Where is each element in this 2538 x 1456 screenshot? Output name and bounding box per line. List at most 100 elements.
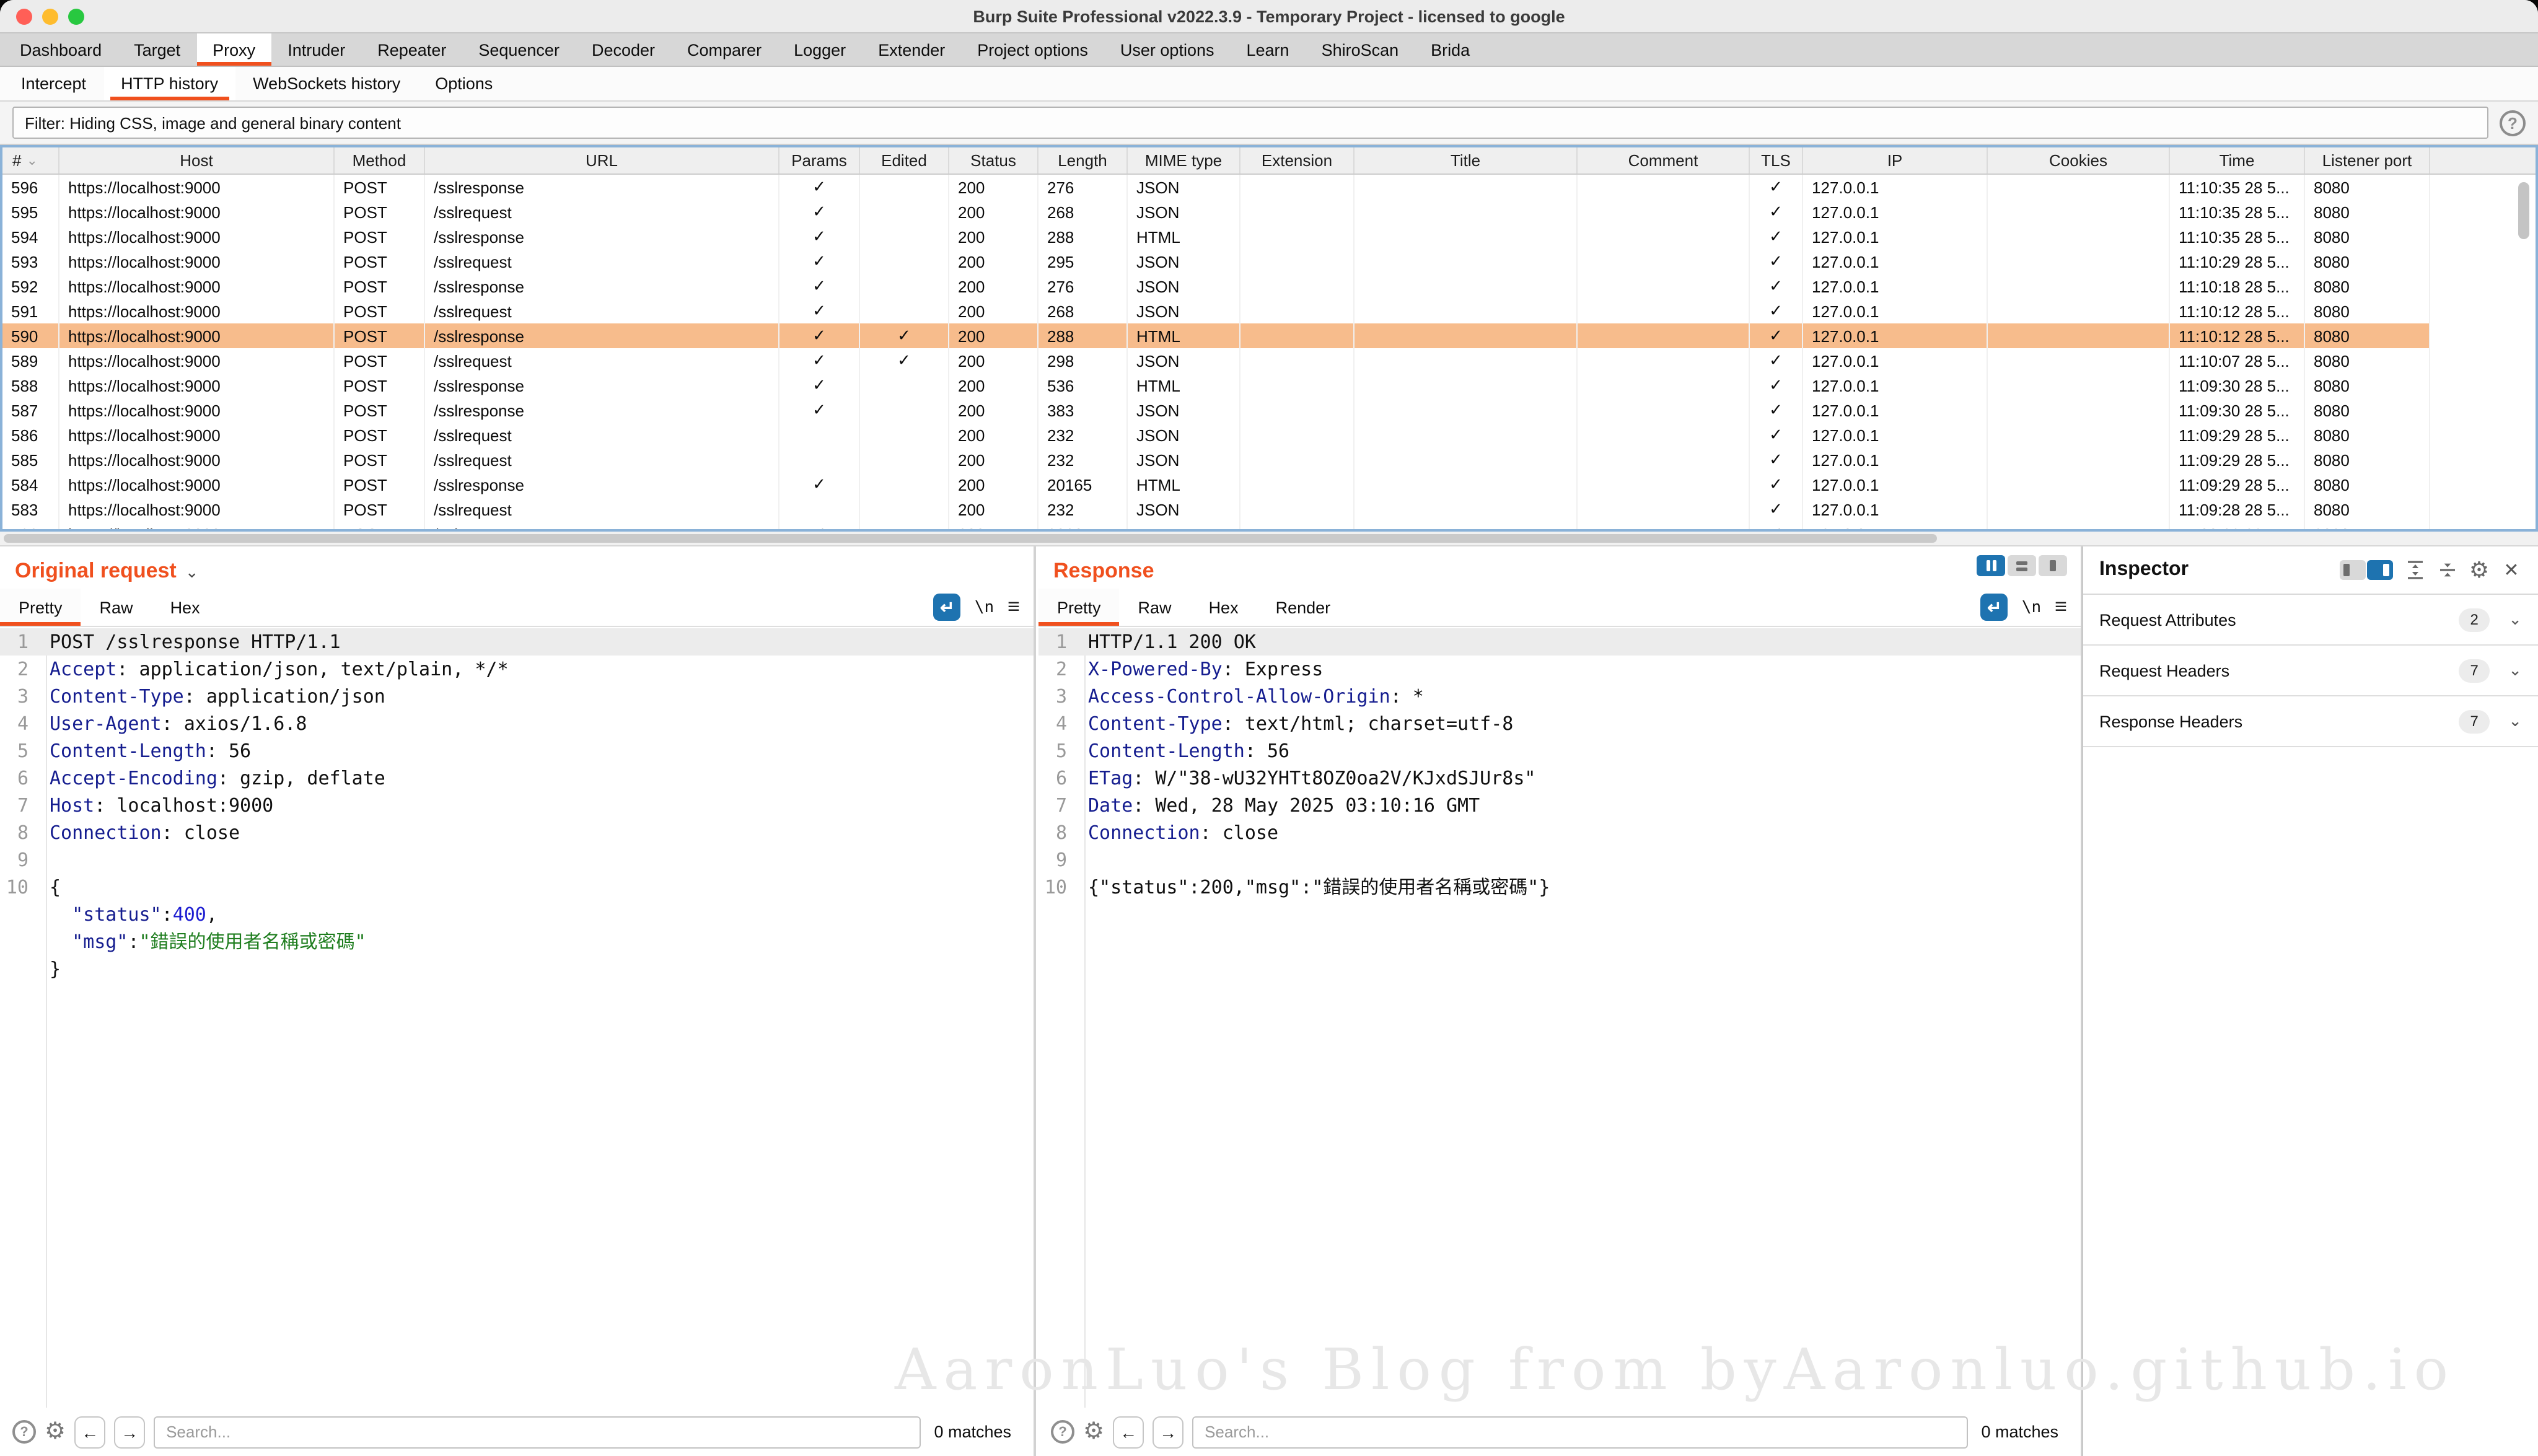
fullscreen-window-button[interactable] bbox=[68, 8, 84, 24]
table-row-587[interactable]: 587https://localhost:9000POST/sslrespons… bbox=[2, 398, 2430, 423]
column-header-mime-type[interactable]: MIME type bbox=[1128, 147, 1240, 173]
editor-tab-raw[interactable]: Raw bbox=[1120, 589, 1190, 626]
column-header-listener-port[interactable]: Listener port bbox=[2305, 147, 2430, 173]
sub-tab-intercept[interactable]: Intercept bbox=[4, 67, 103, 100]
column-header-tls[interactable]: TLS bbox=[1750, 147, 1803, 173]
table-row-583[interactable]: 583https://localhost:9000POST/sslrequest… bbox=[2, 497, 2430, 522]
inspector-close-icon[interactable]: ✕ bbox=[2501, 559, 2522, 581]
vertical-scrollbar-thumb[interactable] bbox=[2518, 182, 2529, 239]
response-editor[interactable]: 1HTTP/1.1 200 OK2X-Powered-By: Express3A… bbox=[1038, 628, 2081, 1408]
editor-tab-render[interactable]: Render bbox=[1257, 589, 1350, 626]
editor-tab-hex[interactable]: Hex bbox=[152, 589, 219, 626]
search-help-icon[interactable]: ? bbox=[12, 1420, 36, 1444]
table-row-588[interactable]: 588https://localhost:9000POST/sslrespons… bbox=[2, 373, 2430, 398]
close-window-button[interactable] bbox=[16, 8, 32, 24]
column-header-status[interactable]: Status bbox=[949, 147, 1038, 173]
main-tab-decoder[interactable]: Decoder bbox=[576, 33, 671, 66]
word-wrap-icon[interactable]: ↵ bbox=[934, 594, 961, 621]
column-header-number[interactable]: #⌄ bbox=[2, 147, 59, 173]
chevron-down-icon[interactable]: ⌄ bbox=[2508, 660, 2522, 680]
request-search-input[interactable] bbox=[154, 1416, 920, 1448]
search-prev-button[interactable]: ← bbox=[74, 1416, 105, 1448]
main-tab-shiroscan[interactable]: ShiroScan bbox=[1306, 33, 1415, 66]
search-prev-button[interactable]: ← bbox=[1113, 1416, 1144, 1448]
main-tab-repeater[interactable]: Repeater bbox=[361, 33, 462, 66]
editor-tab-pretty[interactable]: Pretty bbox=[1038, 589, 1120, 626]
column-header-ip[interactable]: IP bbox=[1803, 147, 1988, 173]
table-row-586[interactable]: 586https://localhost:9000POST/sslrequest… bbox=[2, 423, 2430, 447]
table-row-585[interactable]: 585https://localhost:9000POST/sslrequest… bbox=[2, 447, 2430, 472]
editor-tab-raw[interactable]: Raw bbox=[81, 589, 152, 626]
column-header-length[interactable]: Length bbox=[1038, 147, 1128, 173]
show-newlines-icon[interactable]: \n bbox=[2022, 598, 2041, 616]
search-next-button[interactable]: → bbox=[114, 1416, 145, 1448]
search-next-button[interactable]: → bbox=[1153, 1416, 1183, 1448]
response-search-input[interactable] bbox=[1192, 1416, 1967, 1448]
main-tab-sequencer[interactable]: Sequencer bbox=[462, 33, 576, 66]
sub-tab-http-history[interactable]: HTTP history bbox=[103, 67, 235, 100]
editor-tab-pretty[interactable]: Pretty bbox=[0, 589, 81, 626]
main-tab-dashboard[interactable]: Dashboard bbox=[4, 33, 118, 66]
chevron-down-icon[interactable]: ⌄ bbox=[2508, 610, 2522, 629]
horizontal-scrollbar[interactable] bbox=[0, 532, 2538, 546]
column-header-url[interactable]: URL bbox=[425, 147, 779, 173]
table-row-582[interactable]: 582https://localhost:9000POST/sslrespons… bbox=[2, 522, 2430, 532]
table-row-595[interactable]: 595https://localhost:9000POST/sslrequest… bbox=[2, 200, 2430, 224]
sub-tab-websockets-history[interactable]: WebSockets history bbox=[235, 67, 418, 100]
split-horizontal-view-button[interactable] bbox=[2008, 555, 2036, 576]
chevron-down-icon[interactable]: ⌄ bbox=[2508, 711, 2522, 731]
horizontal-scrollbar-thumb[interactable] bbox=[4, 534, 1937, 543]
column-header-edited[interactable]: Edited bbox=[860, 147, 949, 173]
request-editor[interactable]: 1POST /sslresponse HTTP/1.12Accept: appl… bbox=[0, 628, 1034, 1408]
filter-box[interactable]: Filter: Hiding CSS, image and general bi… bbox=[12, 107, 2488, 139]
inspector-section-response-headers[interactable]: Response Headers7⌄ bbox=[2083, 696, 2538, 747]
main-tab-intruder[interactable]: Intruder bbox=[271, 33, 361, 66]
column-header-host[interactable]: Host bbox=[59, 147, 335, 173]
main-tab-project-options[interactable]: Project options bbox=[961, 33, 1104, 66]
main-tab-brida[interactable]: Brida bbox=[1415, 33, 1486, 66]
expand-all-icon[interactable] bbox=[2404, 559, 2425, 581]
search-settings-gear-icon[interactable]: ⚙ bbox=[1083, 1420, 1104, 1444]
main-tab-logger[interactable]: Logger bbox=[778, 33, 862, 66]
inspector-section-request-headers[interactable]: Request Headers7⌄ bbox=[2083, 646, 2538, 696]
help-icon[interactable]: ? bbox=[2500, 110, 2526, 136]
word-wrap-icon[interactable]: ↵ bbox=[1981, 594, 2008, 621]
column-header-title[interactable]: Title bbox=[1355, 147, 1578, 173]
table-row-591[interactable]: 591https://localhost:9000POST/sslrequest… bbox=[2, 299, 2430, 323]
table-row-584[interactable]: 584https://localhost:9000POST/sslrespons… bbox=[2, 472, 2430, 497]
search-settings-gear-icon[interactable]: ⚙ bbox=[45, 1420, 66, 1444]
table-row-593[interactable]: 593https://localhost:9000POST/sslrequest… bbox=[2, 249, 2430, 274]
single-view-button[interactable] bbox=[2039, 555, 2067, 576]
show-newlines-icon[interactable]: \n bbox=[975, 598, 994, 616]
column-header-time[interactable]: Time bbox=[2170, 147, 2305, 173]
collapse-all-icon[interactable] bbox=[2436, 559, 2457, 581]
table-row-596[interactable]: 596https://localhost:9000POST/sslrespons… bbox=[2, 175, 2430, 200]
editor-menu-icon[interactable]: ≡ bbox=[2055, 595, 2067, 620]
minimize-window-button[interactable] bbox=[42, 8, 58, 24]
main-tab-comparer[interactable]: Comparer bbox=[671, 33, 778, 66]
main-tab-learn[interactable]: Learn bbox=[1231, 33, 1306, 66]
dock-left-toggle-icon[interactable] bbox=[2340, 560, 2366, 580]
inspector-settings-gear-icon[interactable]: ⚙ bbox=[2469, 559, 2490, 581]
column-header-comment[interactable]: Comment bbox=[1578, 147, 1750, 173]
table-row-590[interactable]: 590https://localhost:9000POST/sslrespons… bbox=[2, 323, 2430, 348]
request-panel-title[interactable]: Original request bbox=[15, 559, 177, 584]
editor-tab-hex[interactable]: Hex bbox=[1190, 589, 1257, 626]
split-vertical-view-button[interactable] bbox=[1977, 555, 2005, 576]
table-row-594[interactable]: 594https://localhost:9000POST/sslrespons… bbox=[2, 224, 2430, 249]
column-header-params[interactable]: Params bbox=[779, 147, 860, 173]
inspector-section-request-attributes[interactable]: Request Attributes2⌄ bbox=[2083, 595, 2538, 646]
main-tab-target[interactable]: Target bbox=[118, 33, 196, 66]
table-row-589[interactable]: 589https://localhost:9000POST/sslrequest… bbox=[2, 348, 2430, 373]
column-header-method[interactable]: Method bbox=[335, 147, 425, 173]
main-tab-extender[interactable]: Extender bbox=[862, 33, 961, 66]
column-header-extension[interactable]: Extension bbox=[1240, 147, 1355, 173]
main-tab-user-options[interactable]: User options bbox=[1104, 33, 1231, 66]
search-help-icon[interactable]: ? bbox=[1051, 1420, 1074, 1444]
table-row-592[interactable]: 592https://localhost:9000POST/sslrespons… bbox=[2, 274, 2430, 299]
main-tab-proxy[interactable]: Proxy bbox=[196, 33, 271, 66]
sub-tab-options[interactable]: Options bbox=[418, 67, 510, 100]
column-header-cookies[interactable]: Cookies bbox=[1988, 147, 2170, 173]
dock-right-toggle-icon[interactable] bbox=[2367, 560, 2393, 580]
chevron-down-icon[interactable]: ⌄ bbox=[185, 563, 199, 582]
